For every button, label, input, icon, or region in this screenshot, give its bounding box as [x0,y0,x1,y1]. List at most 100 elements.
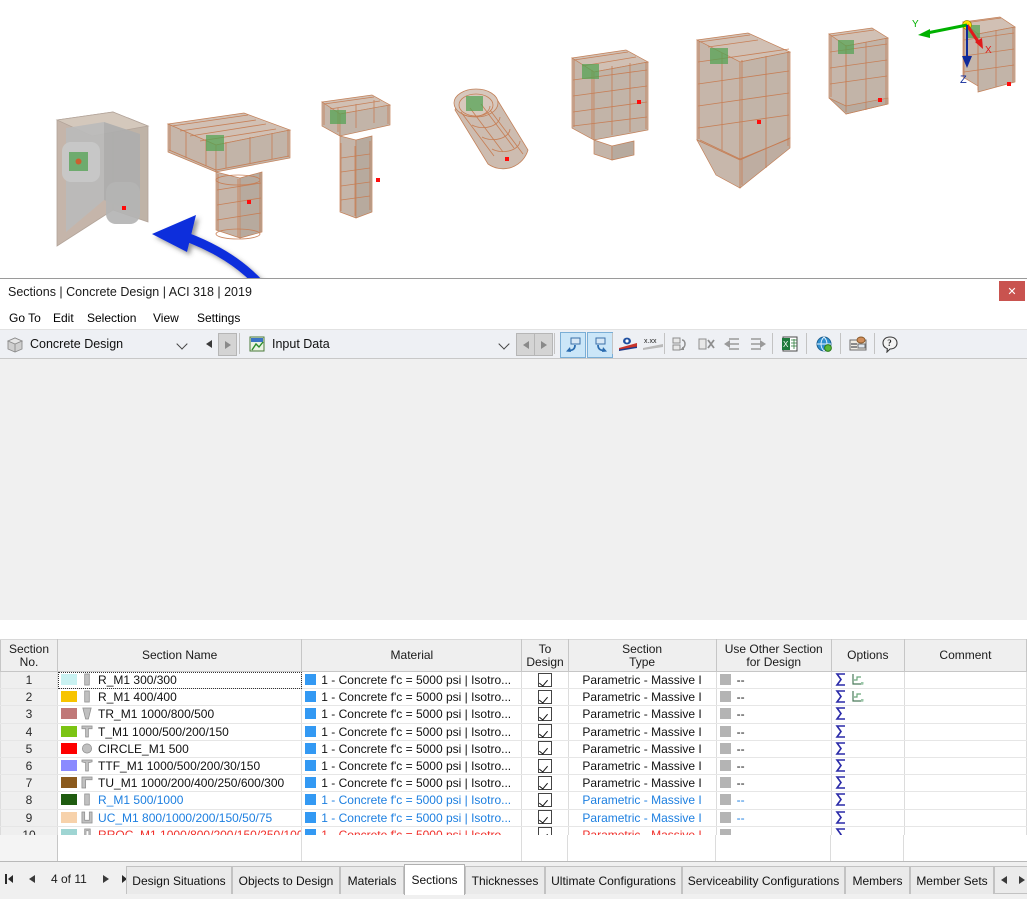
module-combo[interactable]: Concrete Design [2,332,198,356]
table-row[interactable]: 8 R_M1 500/1000 1 - Concrete f'c = 5000 ps… [0,791,1027,810]
insert-before-button[interactable] [720,332,744,356]
cell-comment[interactable] [903,705,1027,724]
cell-section-name[interactable]: UC_M1 800/1000/200/150/50/75 [57,809,303,827]
menu-view[interactable]: View [148,310,184,326]
sigma-icon[interactable] [835,776,847,790]
cell-comment[interactable] [903,688,1027,707]
view-combo[interactable]: Input Data [244,332,514,356]
table-row[interactable]: 6 TTF_M1 1000/500/200/30/150 1 - Concrete … [0,757,1027,776]
cell-section-name[interactable]: R_M1 400/400 [57,688,303,707]
first-page-button[interactable] [0,866,21,892]
sigma-icon[interactable] [835,673,847,686]
table-row[interactable]: 3 TR_M1 1000/800/500 1 - Concrete f'c = 50… [0,705,1027,724]
database-info-button[interactable] [846,332,870,356]
sigma-icon[interactable] [835,793,847,807]
cell-options[interactable] [830,688,905,707]
cell-section-name[interactable]: CIRCLE_M1 500 [57,740,303,758]
cell-material[interactable]: 1 - Concrete f'c = 5000 psi | Isotro... [301,671,523,690]
cell-material[interactable]: 1 - Concrete f'c = 5000 psi | Isotro... [301,791,523,810]
3d-viewport[interactable]: Y X Z [0,0,1027,278]
col-use-other[interactable]: Use Other Section for Design [715,639,832,672]
table-row[interactable]: 1 R_M1 300/300 1 - Concrete f'c = 5000 psi… [0,671,1027,690]
cell-section-name[interactable]: TU_M1 1000/200/400/250/600/300 [57,774,303,793]
section-color-swatch[interactable] [61,674,78,686]
cell-material[interactable]: 1 - Concrete f'c = 5000 psi | Isotro... [301,774,523,793]
display-colors-button[interactable] [616,332,640,356]
section-color-swatch[interactable] [61,708,78,720]
tab-serviceability-configurations[interactable]: Serviceability Configurations [682,866,845,894]
section-color-swatch[interactable] [61,691,78,703]
menu-go-to[interactable]: Go To [4,310,46,326]
menu-settings[interactable]: Settings [192,310,245,326]
table-row[interactable]: 9 UC_M1 800/1000/200/150/50/75 1 - Concret… [0,809,1027,827]
chart-icon[interactable] [852,673,864,686]
cell-comment[interactable] [903,671,1027,690]
cell-to-design[interactable] [521,705,569,724]
tab-scroll-buttons[interactable] [994,866,1027,894]
delete-row-button[interactable] [694,332,718,356]
cell-to-design[interactable] [521,809,569,827]
table-row[interactable]: 2 R_M1 400/400 1 - Concrete f'c = 5000 psi… [0,688,1027,707]
module-next-button[interactable] [218,333,237,356]
cell-use-other-section[interactable]: -- [715,791,832,810]
to-design-checkbox[interactable] [538,672,552,687]
sigma-icon[interactable] [835,759,847,772]
section-color-swatch[interactable] [61,811,78,823]
menu-edit[interactable]: Edit [48,310,79,326]
to-design-checkbox[interactable] [538,792,552,807]
col-to-design[interactable]: To Design [521,639,569,672]
col-section-name[interactable]: Section Name [57,639,303,672]
chevron-down-icon-2[interactable] [500,340,511,347]
cell-section-type[interactable]: Parametric - Massive I [567,705,717,724]
col-options[interactable]: Options [830,639,905,672]
table-empty-area[interactable] [0,835,1027,861]
cell-options[interactable] [830,774,905,793]
section-color-swatch[interactable] [61,777,78,789]
cell-options[interactable] [830,671,905,690]
cell-section-type[interactable]: Parametric - Massive I [567,791,717,810]
cell-material[interactable]: 1 - Concrete f'c = 5000 psi | Isotro... [301,740,523,758]
cell-section-name[interactable]: TR_M1 1000/800/500 [57,705,303,724]
tab-objects-to-design[interactable]: Objects to Design [232,866,340,894]
sigma-icon[interactable] [835,724,847,738]
to-design-checkbox[interactable] [538,689,552,704]
help-button[interactable]: ? [878,332,902,356]
tab-thicknesses[interactable]: Thicknesses [465,866,545,894]
cell-options[interactable] [830,740,905,758]
module-prev-button[interactable] [200,333,217,354]
cell-options[interactable] [830,791,905,810]
table-row[interactable]: 5 CIRCLE_M1 500 1 - Concrete f'c = 5000 ps… [0,740,1027,758]
section-color-swatch[interactable] [61,760,78,772]
col-section-no[interactable]: Section No. [0,639,59,672]
cell-section-type[interactable]: Parametric - Massive I [567,688,717,707]
cell-section-type[interactable]: Parametric - Massive I [567,809,717,827]
section-color-swatch[interactable] [61,742,78,754]
table-row[interactable]: 4 T_M1 1000/500/200/150 1 - Concrete f'c =… [0,723,1027,741]
redo-restore-button[interactable] [587,332,613,358]
cell-comment[interactable] [903,723,1027,741]
cell-section-type[interactable]: Parametric - Massive I [567,774,717,793]
tab-member-sets[interactable]: Member Sets [910,866,994,894]
table-row[interactable]: 7 TU_M1 1000/200/400/250/600/300 1 - Concr… [0,774,1027,793]
cell-use-other-section[interactable]: -- [715,671,832,690]
cell-section-type[interactable]: Parametric - Massive I [567,671,717,690]
to-design-checkbox[interactable] [538,758,552,773]
cell-use-other-section[interactable]: -- [715,740,832,758]
cell-comment[interactable] [903,740,1027,758]
cell-to-design[interactable] [521,723,569,741]
chart-icon[interactable] [852,690,864,703]
cell-options[interactable] [830,723,905,741]
cell-use-other-section[interactable]: -- [715,809,832,827]
cell-section-name[interactable]: R_M1 300/300 [57,671,303,690]
undo-restore-button[interactable] [560,332,586,358]
cell-section-name[interactable]: R_M1 500/1000 [57,791,303,810]
cell-section-type[interactable]: Parametric - Massive I [567,723,717,741]
sigma-icon[interactable] [835,742,847,755]
to-design-checkbox[interactable] [538,775,552,790]
export-excel-button[interactable]: X [778,332,802,356]
to-design-checkbox[interactable] [538,724,552,739]
to-design-checkbox[interactable] [538,706,552,721]
cell-material[interactable]: 1 - Concrete f'c = 5000 psi | Isotro... [301,705,523,724]
col-section-type[interactable]: Section Type [567,639,717,672]
cell-section-name[interactable]: TTF_M1 1000/500/200/30/150 [57,757,303,776]
